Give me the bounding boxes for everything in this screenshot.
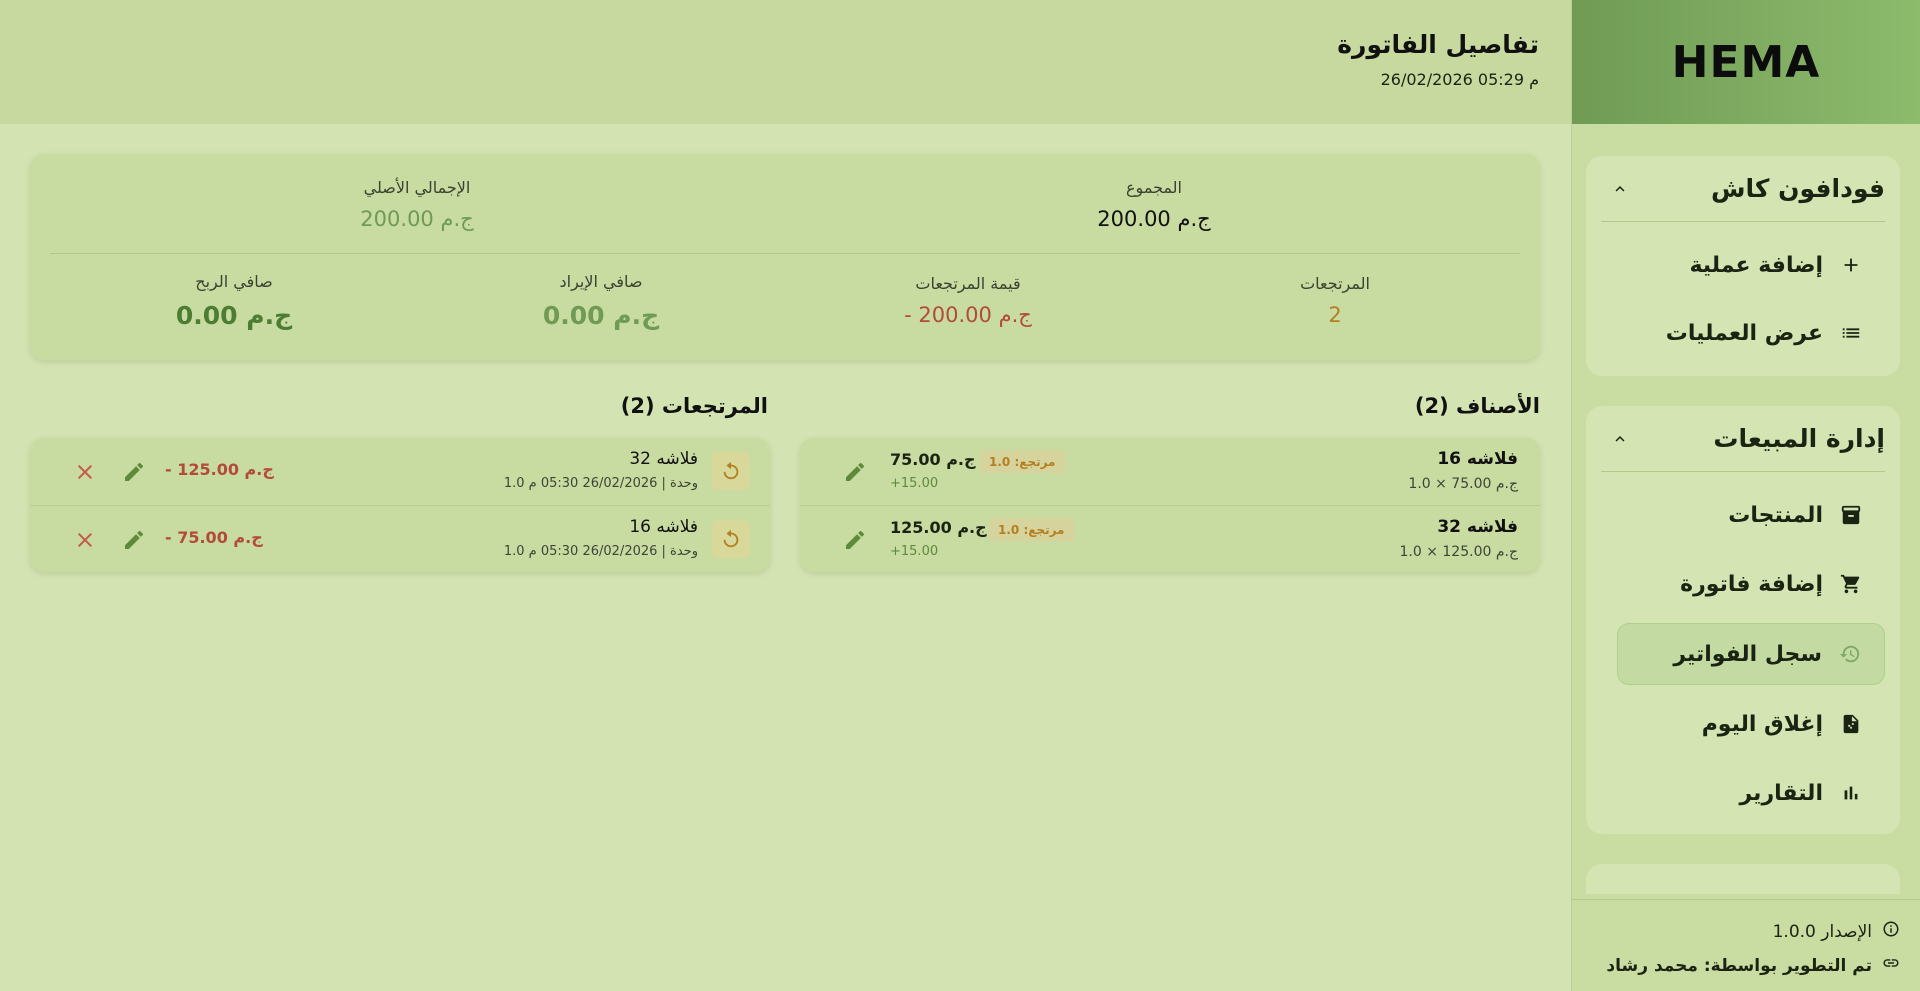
app-logo: HEMA xyxy=(1572,0,1920,124)
nav-group-vodafone-cash: فودافون كاش إضافة عملية عرض العمليات xyxy=(1586,156,1900,376)
delete-icon[interactable] xyxy=(73,460,97,484)
item-profit: +15.00 xyxy=(890,544,939,559)
return-item-details: 1.0 وحدة | 26/02/2026 05:30 م xyxy=(503,476,698,491)
sidebar-item-close-day[interactable]: إغلاق اليوم xyxy=(1617,694,1885,754)
returned-badge: مرتجع: 1.0 xyxy=(980,450,1065,473)
invoice-date: 26/02/2026 05:29 م xyxy=(1380,70,1539,89)
sidebar-item-add-operation[interactable]: إضافة عملية xyxy=(1617,235,1885,295)
cart-icon xyxy=(1839,572,1863,596)
chevron-up-icon[interactable] xyxy=(1611,180,1629,198)
return-item-name: فلاشه 16 xyxy=(629,517,698,537)
history-icon xyxy=(1838,642,1862,666)
item-price: 75.00 ج.م xyxy=(890,450,976,469)
item-profit: +15.00 xyxy=(890,476,939,491)
undo-icon[interactable] xyxy=(712,452,750,490)
net-revenue-label: صافي الإيراد xyxy=(559,272,643,291)
nav-group-title: إدارة المبيعات xyxy=(1713,424,1885,453)
sidebar: HEMA فودافون كاش إضافة عملية عرض العمليا… xyxy=(1571,0,1920,991)
returns-amount-stat: قيمة المرتجعات - 200.00 ج.م xyxy=(904,274,1032,327)
sidebar-item-label: إضافة عملية xyxy=(1689,252,1823,278)
net-profit-label: صافي الربح xyxy=(195,272,273,291)
sidebar-item-label: إضافة فاتورة xyxy=(1680,571,1823,597)
returned-badge: مرتجع: 1.0 xyxy=(989,518,1074,541)
return-item-details: 1.0 وحدة | 26/02/2026 05:30 م xyxy=(503,544,698,559)
returns-count-value: 2 xyxy=(1328,303,1342,327)
edit-icon[interactable] xyxy=(843,528,867,552)
return-amount: - 125.00 ج.م xyxy=(165,460,274,479)
return-amount: - 75.00 ج.م xyxy=(165,528,263,547)
return-item-name: فلاشه 32 xyxy=(629,449,698,469)
sidebar-item-view-operations[interactable]: عرض العمليات xyxy=(1617,303,1885,363)
nav-group-header[interactable]: إدارة المبيعات xyxy=(1601,406,1885,472)
sidebar-item-label: سجل الفواتير xyxy=(1673,641,1822,667)
net-revenue-value: 0.00 ج.م xyxy=(542,301,660,330)
developer-text: تم التطوير بواسطة: محمد رشاد xyxy=(1606,955,1872,976)
sidebar-footer: الإصدار 1.0.0 تم التطوير بواسطة: محمد رش… xyxy=(1571,899,1920,991)
nav-group-title: فودافون كاش xyxy=(1711,174,1885,203)
sidebar-item-label: المنتجات xyxy=(1728,502,1823,528)
sidebar-item-products[interactable]: المنتجات xyxy=(1617,485,1885,545)
undo-icon[interactable] xyxy=(712,520,750,558)
edit-icon[interactable] xyxy=(122,460,146,484)
list-item: فلاشه 32 1.0 وحدة | 26/02/2026 05:30 م -… xyxy=(30,438,770,505)
sidebar-item-invoice-history[interactable]: سجل الفواتير xyxy=(1617,623,1885,685)
returns-section-title: المرتجعات (2) xyxy=(620,394,768,418)
items-section-title: الأصناف (2) xyxy=(1414,394,1540,418)
nav-group-header[interactable]: فودافون كاش xyxy=(1601,156,1885,222)
returns-list: فلاشه 32 1.0 وحدة | 26/02/2026 05:30 م -… xyxy=(30,438,770,572)
bar-chart-icon xyxy=(1839,781,1863,805)
original-total-stat: الإجمالي الأصلي 200.00 ج.م xyxy=(360,178,473,231)
sidebar-item-add-invoice[interactable]: إضافة فاتورة xyxy=(1617,554,1885,614)
version-line: الإصدار 1.0.0 xyxy=(1773,920,1900,943)
sidebar-item-label: عرض العمليات xyxy=(1665,320,1823,346)
page-header: تفاصيل الفاتورة 26/02/2026 05:29 م xyxy=(0,0,1571,124)
returns-amount-label: قيمة المرتجعات xyxy=(915,274,1021,293)
returns-amount-value: - 200.00 ج.م xyxy=(904,303,1032,327)
returns-count-label: المرتجعات xyxy=(1300,274,1370,293)
sidebar-item-reports[interactable]: التقارير xyxy=(1617,763,1885,823)
plus-icon xyxy=(1839,253,1863,277)
version-text: الإصدار 1.0.0 xyxy=(1772,921,1872,942)
nav-group-collapsed xyxy=(1586,864,1900,894)
item-quantity-price: 1.0 × 125.00 ج.م xyxy=(1399,544,1519,560)
page-title: تفاصيل الفاتورة xyxy=(1337,30,1539,59)
list-item: فلاشه 16 1.0 × 75.00 ج.م مرتجع: 1.0 75.0… xyxy=(800,438,1540,505)
document-icon xyxy=(1839,712,1863,736)
nav-group-sales-management: إدارة المبيعات المنتجات إضافة فاتورة سجل… xyxy=(1586,406,1900,834)
items-list: فلاشه 16 1.0 × 75.00 ج.م مرتجع: 1.0 75.0… xyxy=(800,438,1540,572)
item-name: فلاشه 32 xyxy=(1437,517,1518,537)
net-profit-value: 0.00 ج.م xyxy=(175,301,293,330)
list-icon xyxy=(1839,321,1863,345)
chevron-up-icon[interactable] xyxy=(1611,430,1629,448)
edit-icon[interactable] xyxy=(843,460,867,484)
sidebar-item-label: التقارير xyxy=(1739,780,1824,806)
delete-icon[interactable] xyxy=(73,528,97,552)
item-price: 125.00 ج.م xyxy=(890,518,987,537)
item-name: فلاشه 16 xyxy=(1437,449,1518,469)
original-total-value: 200.00 ج.م xyxy=(360,207,474,231)
archive-icon xyxy=(1839,503,1863,527)
developer-link[interactable]: تم التطوير بواسطة: محمد رشاد xyxy=(1606,954,1900,977)
edit-icon[interactable] xyxy=(122,528,146,552)
returns-count-stat: المرتجعات 2 xyxy=(1300,274,1370,327)
list-item: فلاشه 32 1.0 × 125.00 ج.م مرتجع: 1.0 125… xyxy=(800,505,1540,572)
list-item: فلاشه 16 1.0 وحدة | 26/02/2026 05:30 م -… xyxy=(30,505,770,572)
summary-divider xyxy=(50,253,1520,254)
sidebar-item-label: إغلاق اليوم xyxy=(1701,711,1823,737)
info-icon xyxy=(1882,920,1900,943)
item-quantity-price: 1.0 × 75.00 ج.م xyxy=(1408,476,1518,492)
link-icon xyxy=(1882,954,1900,977)
total-label: المجموع xyxy=(1126,178,1182,197)
original-total-label: الإجمالي الأصلي xyxy=(363,178,471,197)
net-profit-stat: صافي الربح 0.00 ج.م xyxy=(176,272,292,330)
total-stat: المجموع 200.00 ج.م xyxy=(1097,178,1210,231)
total-value: 200.00 ج.م xyxy=(1097,207,1211,231)
net-revenue-stat: صافي الإيراد 0.00 ج.م xyxy=(543,272,659,330)
invoice-summary-card: المجموع 200.00 ج.م الإجمالي الأصلي 200.0… xyxy=(30,154,1540,360)
